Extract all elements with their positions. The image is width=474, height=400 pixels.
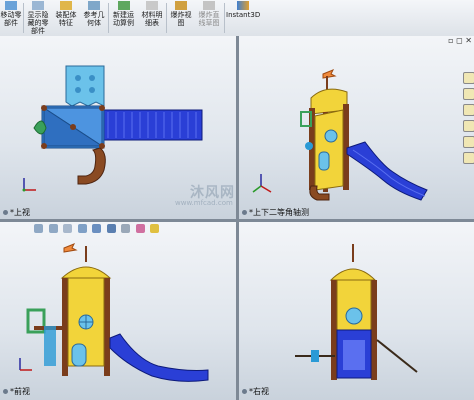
bom-label: 材料明 细表	[141, 11, 163, 27]
exploded-view-button[interactable]: 爆炸视 图	[169, 0, 193, 36]
toolbar-separator	[108, 3, 109, 33]
toolbar-separator	[23, 3, 24, 33]
viewport-right-label: *右视	[242, 386, 269, 397]
assembly-feature-icon	[60, 1, 72, 10]
toolbar-separator	[224, 3, 225, 33]
viewport-isometric-label: *上下二等角轴测	[242, 207, 309, 218]
motion-study-button[interactable]: 新建运 动算例	[111, 0, 136, 36]
explode-line-icon	[203, 1, 215, 10]
view-palette-tab-icon[interactable]	[463, 120, 474, 132]
toolbar-separator	[166, 3, 167, 33]
viewport-horizontal-splitter[interactable]	[0, 219, 474, 222]
reference-geometry-icon	[88, 1, 100, 10]
command-manager-toolbar: 移动零 部件 显示隐 藏的零 部件 装配体 特征 参考几 何体 新建运 动算例 …	[0, 0, 474, 37]
custom-properties-tab-icon[interactable]	[463, 152, 474, 164]
show-hidden-button[interactable]: 显示隐 藏的零 部件	[26, 0, 50, 36]
viewport-top-label: *上视	[3, 207, 30, 218]
assembly-feature-label: 装配体 特征	[55, 11, 77, 27]
viewport-front[interactable]: *前视	[0, 222, 236, 400]
front-view-model	[19, 243, 209, 382]
axis-triad	[252, 174, 272, 193]
exploded-view-label: 爆炸视 图	[170, 11, 192, 27]
view-indicator-icon	[3, 389, 8, 394]
move-component-button[interactable]: 移动零 部件	[0, 0, 22, 36]
isometric-view-model	[252, 69, 428, 201]
motion-study-icon	[117, 1, 130, 10]
motion-study-label: 新建运 动算例	[113, 11, 134, 27]
bom-icon	[146, 1, 158, 10]
bom-button[interactable]: 材料明 细表	[140, 0, 164, 36]
view-indicator-icon	[242, 389, 247, 394]
explode-line-sketch-button[interactable]: 爆炸直 线草图	[196, 0, 222, 36]
task-pane-tabs	[462, 70, 474, 168]
show-hidden-label: 显示隐 藏的零 部件	[27, 11, 49, 35]
watermark-url: www.mfcad.com	[175, 199, 233, 207]
viewport-front-label: *前视	[3, 386, 30, 397]
reference-geometry-button[interactable]: 参考几 何体	[82, 0, 106, 36]
file-explorer-tab-icon[interactable]	[463, 104, 474, 116]
viewport-isometric[interactable]: ▫ ◻ ✕ *上下二等角轴测	[239, 36, 474, 219]
move-component-label: 移动零 部件	[0, 11, 22, 27]
view-indicator-icon	[242, 210, 247, 215]
show-hidden-icon	[32, 1, 44, 10]
reference-geometry-label: 参考几 何体	[83, 11, 105, 27]
move-component-icon	[5, 1, 17, 10]
instant3d-button[interactable]: Instant3D	[226, 0, 260, 36]
instant3d-label: Instant3D	[226, 11, 261, 19]
viewport-vertical-splitter[interactable]	[236, 36, 239, 400]
instant3d-icon	[237, 1, 249, 10]
axis-triad	[22, 178, 36, 192]
exploded-view-icon	[175, 1, 187, 10]
explode-line-label: 爆炸直 线草图	[198, 11, 220, 27]
resources-tab-icon[interactable]	[463, 72, 474, 84]
design-library-tab-icon[interactable]	[463, 88, 474, 100]
viewport-right[interactable]: *右视	[239, 222, 474, 400]
view-indicator-icon	[3, 210, 8, 215]
axis-triad	[19, 358, 32, 371]
appearances-tab-icon[interactable]	[463, 136, 474, 148]
right-view-model	[295, 244, 418, 380]
assembly-feature-button[interactable]: 装配体 特征	[54, 0, 78, 36]
